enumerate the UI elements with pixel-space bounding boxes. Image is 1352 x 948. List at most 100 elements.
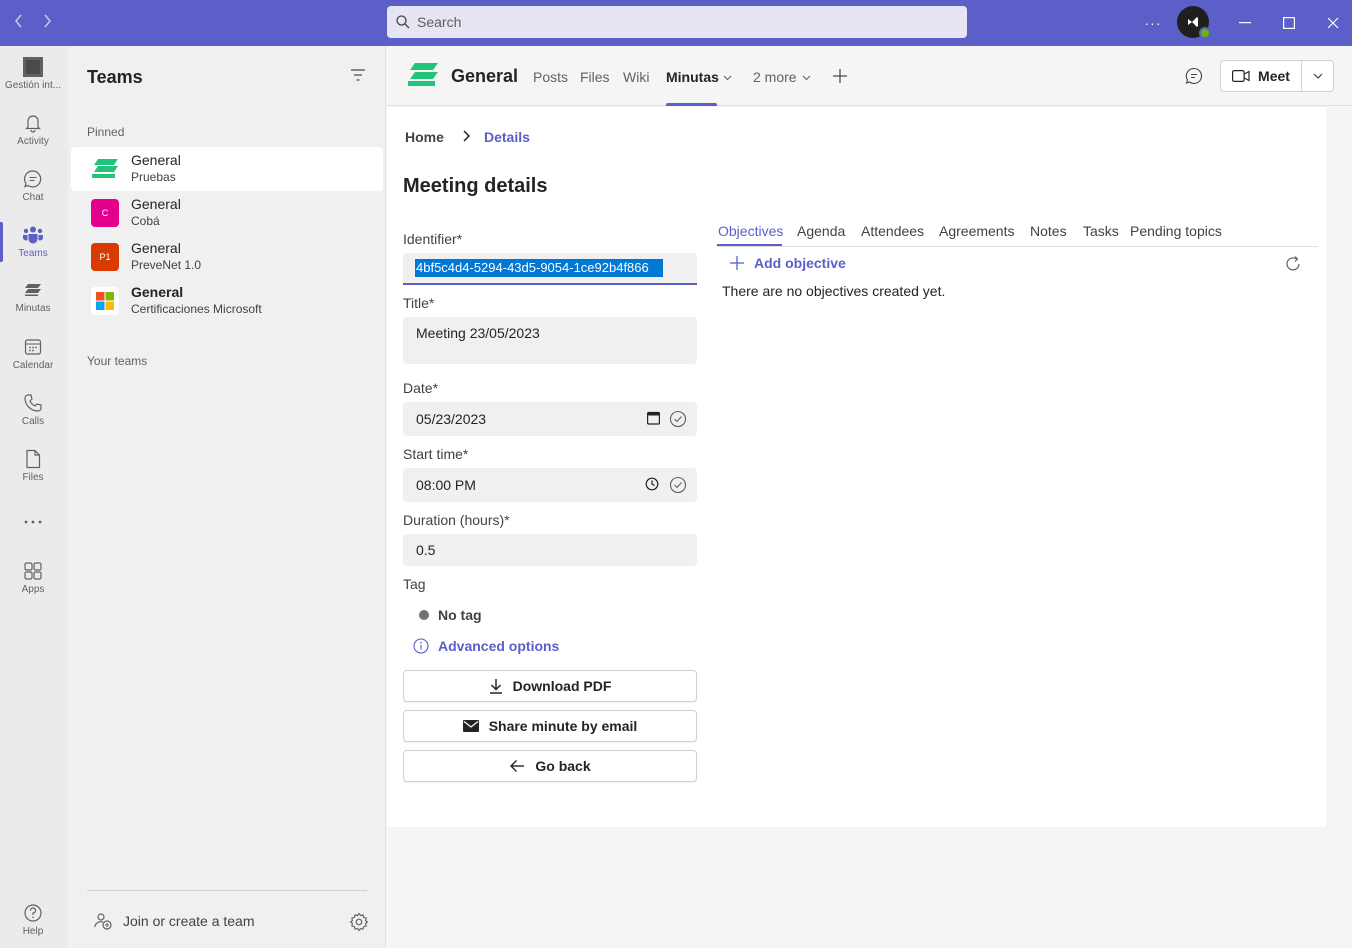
rail-item-calls[interactable]: Calls xyxy=(0,382,66,438)
meet-button[interactable]: Meet xyxy=(1220,60,1302,92)
meet-dropdown-button[interactable] xyxy=(1301,60,1334,92)
avatar[interactable] xyxy=(1177,6,1211,39)
rail-more-button[interactable] xyxy=(0,494,66,550)
minutas-icon xyxy=(25,284,41,296)
duration-field[interactable]: 0.5 xyxy=(403,534,697,566)
forward-arrow-icon[interactable] xyxy=(37,11,57,33)
refresh-button[interactable] xyxy=(1284,255,1302,276)
rail-label: Files xyxy=(22,472,44,483)
tab-notes[interactable]: Notes xyxy=(1030,223,1067,239)
maximize-button[interactable] xyxy=(1276,8,1302,38)
breadcrumb-details[interactable]: Details xyxy=(484,129,530,145)
close-icon xyxy=(1327,17,1339,29)
start-time-field[interactable]: 08:00 PM xyxy=(403,468,697,502)
filter-button[interactable] xyxy=(351,68,365,84)
rail-label: Help xyxy=(22,926,44,937)
video-camera-icon xyxy=(1232,70,1250,82)
file-icon xyxy=(26,449,41,469)
share-email-button[interactable]: Share minute by email xyxy=(403,710,697,742)
team-avatar: C xyxy=(91,199,119,227)
chevron-down-icon[interactable] xyxy=(723,75,732,81)
download-pdf-button[interactable]: Download PDF xyxy=(403,670,697,702)
tag-color-dot xyxy=(419,610,429,620)
tab-attendees[interactable]: Attendees xyxy=(861,223,924,239)
channel-name: General xyxy=(131,196,181,212)
chevron-down-icon[interactable] xyxy=(802,75,811,81)
join-team-button[interactable]: Join or create a team xyxy=(93,912,255,930)
tab-more[interactable]: 2 more xyxy=(753,69,797,85)
tab-minutas[interactable]: Minutas xyxy=(666,69,719,85)
rail-item-minutas[interactable]: Minutas xyxy=(0,270,66,326)
conversation-button[interactable] xyxy=(1185,67,1203,88)
refresh-icon xyxy=(1286,256,1300,271)
status-badge xyxy=(1199,27,1211,39)
close-button[interactable] xyxy=(1320,8,1346,38)
more-options-button[interactable]: ··· xyxy=(1140,8,1166,38)
manage-teams-button[interactable] xyxy=(349,912,369,935)
minimize-button[interactable] xyxy=(1232,8,1258,38)
channel-item[interactable]: General Pruebas xyxy=(71,147,383,191)
go-back-button[interactable]: Go back xyxy=(403,750,697,782)
tab-objectives[interactable]: Objectives xyxy=(718,223,783,239)
search-placeholder: Search xyxy=(417,14,462,30)
add-tab-icon[interactable] xyxy=(833,69,847,83)
rail-item-activity[interactable]: Activity xyxy=(0,102,66,158)
minutas-logo-icon xyxy=(407,62,439,91)
tab-pending-topics[interactable]: Pending topics xyxy=(1130,223,1222,239)
rail-item-chat[interactable]: Chat xyxy=(0,158,66,214)
team-name: PreveNet 1.0 xyxy=(131,258,202,272)
filter-icon xyxy=(351,69,365,81)
rail-item-apps[interactable]: Apps xyxy=(0,550,66,606)
rail-item-help[interactable]: Help xyxy=(0,892,66,948)
teams-icon xyxy=(23,226,43,244)
back-arrow-icon[interactable] xyxy=(9,11,29,33)
plus-icon xyxy=(730,256,744,270)
calendar-picker-icon[interactable] xyxy=(647,411,660,425)
tab-files[interactable]: Files xyxy=(580,69,610,85)
tab-wiki[interactable]: Wiki xyxy=(623,69,649,85)
rail-item-calendar[interactable]: Calendar xyxy=(0,326,66,382)
rail-label: Minutas xyxy=(15,303,51,314)
search-icon xyxy=(396,15,410,29)
active-tab-indicator xyxy=(717,244,782,246)
empty-objectives-message: There are no objectives created yet. xyxy=(722,283,946,299)
visual-studio-icon xyxy=(1188,17,1198,27)
date-label: Date* xyxy=(403,380,439,396)
identifier-value: 4bf5c4d4-5294-43d5-9054-1ce92b4f866 xyxy=(415,259,663,277)
tab-posts[interactable]: Posts xyxy=(533,69,568,85)
title-label: Title* xyxy=(403,295,435,311)
title-field[interactable]: Meeting 23/05/2023 xyxy=(403,317,697,364)
identifier-field[interactable]: 4bf5c4d4-5294-43d5-9054-1ce92b4f866 xyxy=(403,253,697,285)
arrow-left-icon xyxy=(510,760,525,772)
rail-item-files[interactable]: Files xyxy=(0,438,66,494)
page-title: Meeting details xyxy=(403,175,548,197)
rail-item-gestion[interactable]: Gestión int... xyxy=(0,46,66,102)
advanced-options-label: Advanced options xyxy=(438,638,560,654)
check-circle-icon xyxy=(669,410,687,428)
clock-icon[interactable] xyxy=(645,477,659,491)
tab-agreements[interactable]: Agreements xyxy=(939,223,1014,239)
channel-item[interactable]: C General Cobá xyxy=(71,191,383,235)
pane-title: Teams xyxy=(87,67,143,87)
tag-value: No tag xyxy=(438,607,482,623)
advanced-options-link[interactable]: Advanced options xyxy=(413,638,559,654)
divider xyxy=(87,890,367,891)
conversation-icon xyxy=(1185,67,1203,85)
team-avatar: P1 xyxy=(91,243,119,271)
search-input[interactable]: Search xyxy=(387,6,967,38)
channel-item[interactable]: P1 General PreveNet 1.0 xyxy=(71,235,383,279)
date-value: 05/23/2023 xyxy=(416,411,487,427)
breadcrumb-home[interactable]: Home xyxy=(405,129,444,145)
join-team-label: Join or create a team xyxy=(123,913,255,929)
details-tabs: Objectives Agenda Attendees Agreements N… xyxy=(717,223,1318,247)
tab-tasks[interactable]: Tasks xyxy=(1083,223,1119,239)
tab-agenda[interactable]: Agenda xyxy=(797,223,845,239)
rail-item-teams[interactable]: Teams xyxy=(0,214,66,270)
add-objective-button[interactable]: Add objective xyxy=(730,255,846,271)
rail-label: Apps xyxy=(21,584,45,595)
date-field[interactable]: 05/23/2023 xyxy=(403,402,697,436)
tag-selector[interactable]: No tag xyxy=(419,607,482,623)
check-circle-icon xyxy=(669,476,687,494)
channel-item[interactable]: General Certificaciones Microsoft xyxy=(71,279,383,323)
channel-title: General xyxy=(451,66,519,86)
